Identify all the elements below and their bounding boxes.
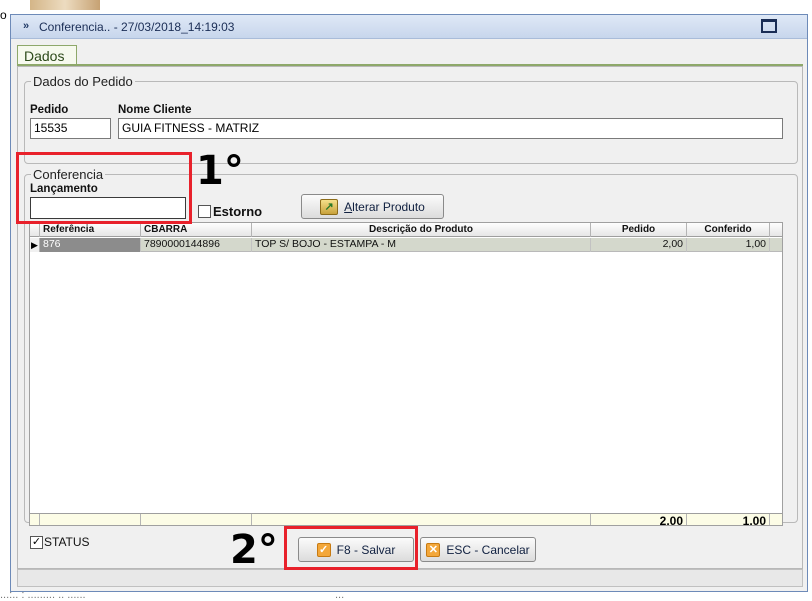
window-titlebar[interactable]: » Conferencia.. - 27/03/2018_14:19:03 [11,15,807,39]
total-conferido: 1,00 [687,514,770,525]
highlight-salvar [284,526,418,570]
double-chevron-icon: » [23,20,30,32]
nome-cliente-field[interactable]: GUIA FITNESS - MATRIZ [118,118,783,139]
highlight-lancamento [16,152,192,224]
cell-referencia[interactable]: 876 [40,238,141,252]
col-pedido[interactable]: Pedido [591,223,687,237]
total-pedido: 2,00 [591,514,687,525]
conferencia-window: » Conferencia.. - 27/03/2018_14:19:03 Da… [10,14,808,592]
estorno-label: Estorno [213,204,263,219]
step-2-annotation: 2° [230,527,278,573]
cell-cbarra[interactable]: 7890000144896 [141,238,252,252]
cancel-icon: ✕ [426,542,441,557]
cell-conferido[interactable]: 1,00 [687,238,770,252]
product-edit-icon: ↗ [320,198,339,215]
grid-header: Referência CBARRA Descrição do Produto P… [30,223,782,237]
dados-panel: Dados do Pedido Pedido 15535 Nome Client… [17,66,803,569]
table-row[interactable]: ▶ 876 7890000144896 TOP S/ BOJO - ESTAMP… [30,238,782,252]
step-1-annotation: 1° [196,148,244,194]
col-referencia[interactable]: Referência [40,223,141,237]
tab-dados[interactable]: Dados [17,45,77,65]
col-conferido[interactable]: Conferido [687,223,770,237]
maximize-icon[interactable] [761,19,777,33]
pedido-field[interactable]: 15535 [30,118,111,139]
dados-do-pedido-legend: Dados do Pedido [33,74,133,89]
cancelar-label: ESC - Cancelar [446,542,530,557]
produtos-grid: Referência CBARRA Descrição do Produto P… [29,222,783,526]
desktop-glyph: o [0,8,7,22]
grid-totals: 2,00 1,00 [30,513,782,525]
status-label: STATUS [44,535,90,549]
desktop-background-art [30,0,100,10]
window-statusbar [17,569,803,587]
totals-descricao [252,514,591,525]
totals-referencia [40,514,141,525]
nome-cliente-label: Nome Cliente [118,104,192,116]
col-descricao[interactable]: Descrição do Produto [252,223,591,237]
totals-indicator [30,514,40,525]
col-cbarra[interactable]: CBARRA [141,223,252,237]
cell-pedido[interactable]: 2,00 [591,238,687,252]
cancelar-button[interactable]: ✕ ESC - Cancelar [420,537,536,562]
alterar-produto-label: Alterar Produto [344,199,425,214]
window-title: Conferencia.. - 27/03/2018_14:19:03 [39,20,235,34]
cell-descricao[interactable]: TOP S/ BOJO - ESTAMPA - M [252,238,591,252]
estorno-checkbox[interactable] [198,205,211,218]
totals-cbarra [141,514,252,525]
status-checkbox[interactable]: ✓ [30,536,43,549]
pedido-label: Pedido [30,104,69,116]
grid-header-indicator [30,223,40,237]
alterar-produto-button[interactable]: ↗ Alterar Produto [301,194,444,219]
row-indicator-icon: ▶ [30,238,40,252]
